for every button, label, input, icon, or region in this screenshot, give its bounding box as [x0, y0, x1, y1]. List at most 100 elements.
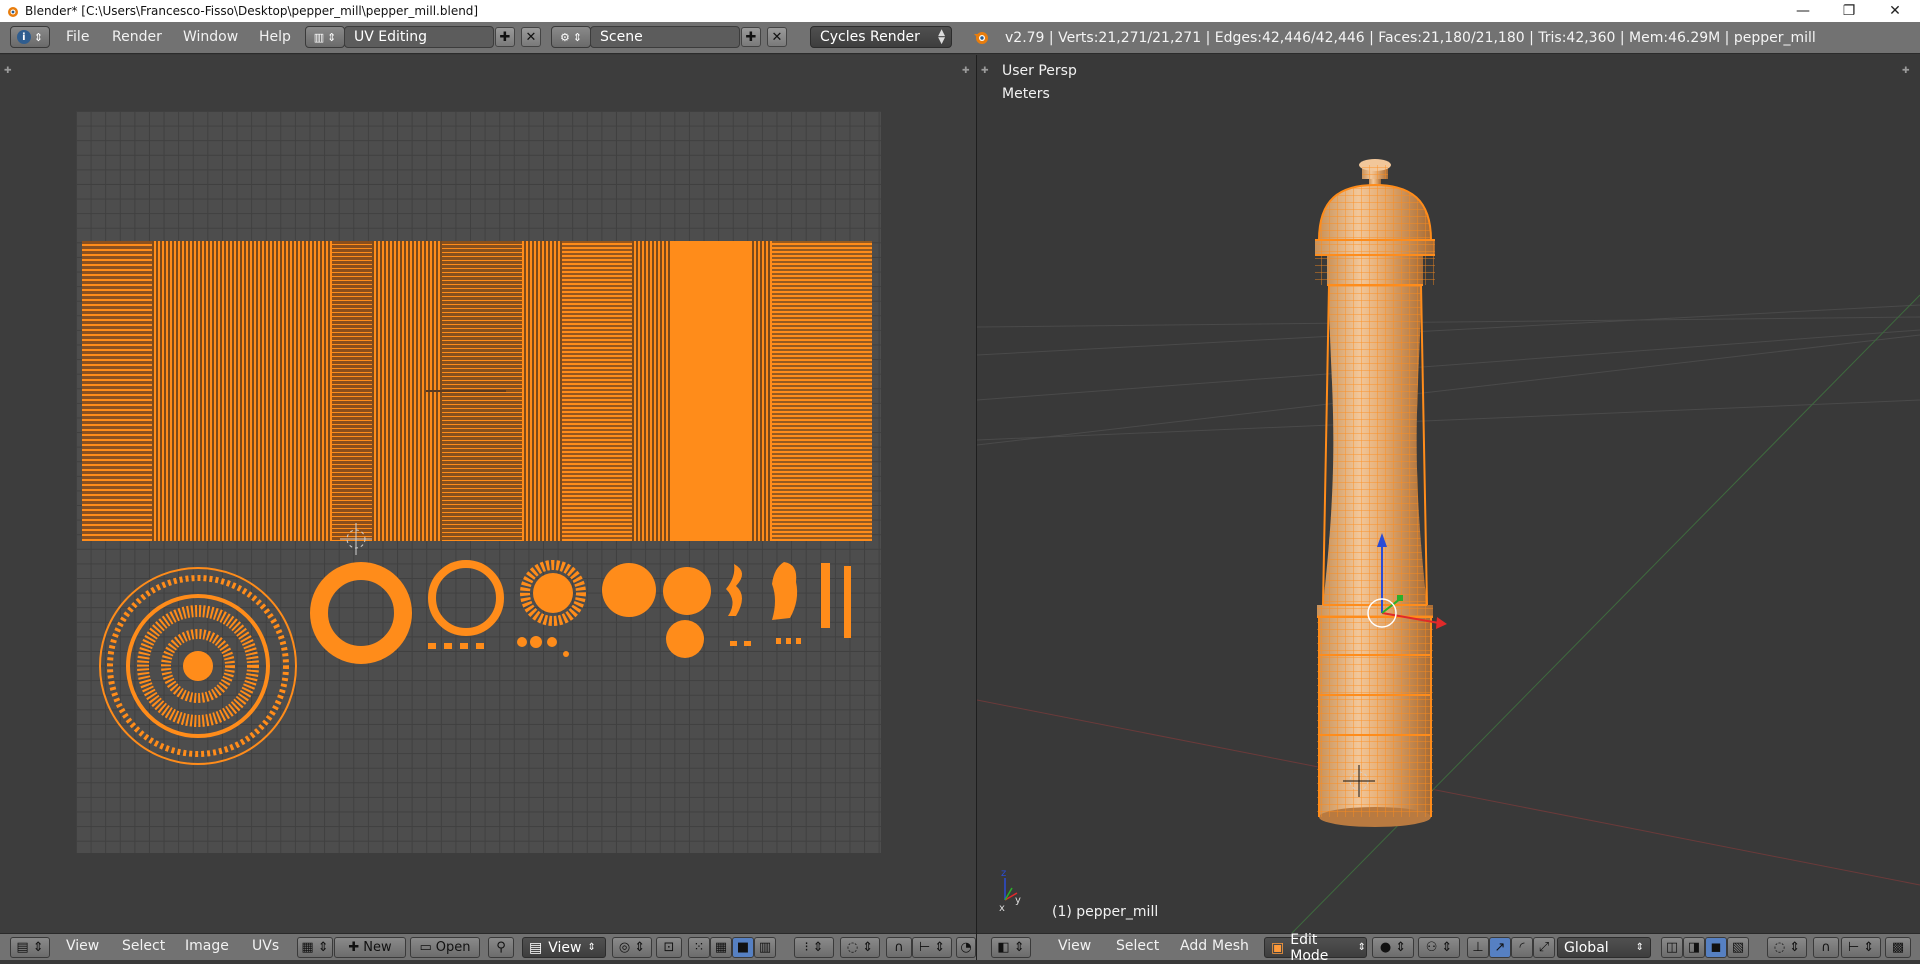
magnet-icon: ∩ — [1821, 940, 1831, 955]
svg-text:x: x — [999, 903, 1005, 914]
arrow-icon: ↗ — [1494, 940, 1506, 955]
proportional-icon: ◌ — [846, 940, 859, 955]
pivot-dropdown[interactable]: ◎ ⇕ — [612, 937, 652, 958]
region-expand-icon[interactable]: ✚ — [962, 66, 970, 76]
pin-button[interactable]: ⚲ — [488, 937, 514, 958]
scale-manipulator-button[interactable]: ⤢ — [1533, 937, 1555, 958]
mode-dropdown[interactable]: ▣ Edit Mode ⇕ — [1264, 932, 1367, 964]
menu-mesh[interactable]: Mesh — [1212, 938, 1249, 954]
menu-file[interactable]: File — [66, 29, 89, 45]
add-screen-button[interactable]: ✚ — [495, 27, 515, 47]
axis-widget: z y x — [999, 868, 1021, 914]
uv-sculpt-button[interactable]: ◔ — [956, 937, 976, 958]
x-icon: ✕ — [771, 29, 783, 45]
editor-type-selector[interactable]: i ⇕ — [10, 26, 50, 48]
chevron-updown-icon: ⇕ — [1357, 942, 1366, 953]
menu-help[interactable]: Help — [259, 29, 291, 45]
vertex-select-button[interactable]: ◫ — [1661, 937, 1683, 958]
window-title: Blender* [C:\Users\Francesco-Fisso\Deskt… — [25, 4, 479, 18]
menu-select[interactable]: Select — [1116, 938, 1159, 954]
render-engine-dropdown[interactable]: Cycles Render ▲ ▼ — [810, 26, 952, 48]
menu-view[interactable]: View — [66, 938, 99, 954]
minimize-button[interactable]: — — [1780, 0, 1826, 22]
menu-view[interactable]: View — [1058, 938, 1091, 954]
chevron-updown-icon: ⇕ — [1635, 942, 1644, 953]
face-icon: ◼ — [1710, 940, 1722, 955]
screen-layout-selector[interactable]: ▥ ⇕ — [305, 26, 345, 48]
proportional-edit-dropdown[interactable]: ◌ ⇕ — [1767, 937, 1807, 958]
chevron-updown-icon: ⇕ — [33, 30, 44, 44]
translate-manipulator-button[interactable]: ↗ — [1489, 937, 1511, 958]
plus-icon: ✚ — [745, 29, 757, 45]
add-scene-button[interactable]: ✚ — [741, 27, 761, 47]
info-header: i ⇕ File Render Window Help ▥ ⇕ UV Editin… — [0, 22, 1920, 54]
3d-viewport-header: ◧ ⇕ View Select Add Mesh ▣ Edit Mode ⇕ ● ⇕ ⚇… — [977, 932, 1920, 964]
snap-toggle[interactable]: ∩ — [1813, 937, 1839, 958]
plus-icon: ✚ — [499, 29, 511, 45]
plus-icon: ✚ — [348, 940, 360, 955]
delete-scene-button[interactable]: ✕ — [767, 27, 787, 47]
limit-selection-button[interactable]: ▧ — [1727, 937, 1749, 958]
proportional-edit-dropdown[interactable]: ◌ ⇕ — [840, 937, 880, 958]
face-select-button[interactable]: ■ — [732, 937, 754, 958]
snap-element-dropdown[interactable]: ⊢ ⇕ — [1841, 937, 1881, 958]
svg-text:z: z — [1001, 868, 1006, 879]
chevron-updown-icon: ⇕ — [587, 942, 596, 953]
rotate-icon: ◜ — [1519, 940, 1525, 955]
chevron-updown-icon: ▲ ▼ — [938, 28, 945, 46]
view-mode-dropdown[interactable]: ▤ View ⇕ — [522, 937, 606, 958]
pivot-dropdown[interactable]: ⚇ ⇕ — [1418, 937, 1460, 958]
cube-icon: ◧ — [997, 940, 1010, 955]
scene-render: z y x — [977, 159, 1920, 933]
new-image-button[interactable]: ✚ New — [334, 937, 406, 958]
menu-add[interactable]: Add — [1180, 938, 1207, 954]
pivot-icon: ⚇ — [1425, 940, 1438, 955]
sticky-select-dropdown[interactable]: ⁝ ⇕ — [794, 937, 834, 958]
snap-icon: ⊢ — [1847, 940, 1860, 955]
chevron-updown-icon: ⇕ — [1013, 940, 1025, 955]
uv-grid-canvas[interactable] — [76, 111, 881, 853]
menu-select[interactable]: Select — [122, 938, 165, 954]
manipulator-toggle[interactable]: ⊥ — [1467, 937, 1489, 958]
active-object-label: (1) pepper_mill — [1052, 904, 1159, 920]
island-select-button[interactable]: ▥ — [754, 937, 776, 958]
screen-layout-field[interactable]: UV Editing — [344, 26, 494, 48]
snap-toggle[interactable]: ∩ — [886, 937, 912, 958]
edge-select-button[interactable]: ▦ — [710, 937, 732, 958]
region-expand-icon[interactable]: ✚ — [4, 66, 12, 76]
edge-select-button[interactable]: ◨ — [1683, 937, 1705, 958]
close-button[interactable]: ✕ — [1872, 0, 1918, 22]
render-preview-button[interactable]: ▩ — [1885, 937, 1911, 958]
viewport-shading-dropdown[interactable]: ● ⇕ — [1372, 937, 1414, 958]
delete-screen-button[interactable]: ✕ — [521, 27, 541, 47]
orientation-label: Global — [1564, 939, 1609, 956]
scene-field[interactable]: Scene — [590, 26, 740, 48]
restore-button[interactable]: ❐ — [1826, 0, 1872, 22]
edge-icon: ▦ — [714, 940, 728, 955]
3d-viewport[interactable]: ✚ ✚ User Persp Meters z y x (1) pepper_m… — [977, 55, 1920, 933]
menu-window[interactable]: Window — [183, 29, 238, 45]
image-browse-button[interactable]: ▦ ⇕ — [297, 937, 333, 958]
menu-uvs[interactable]: UVs — [252, 938, 279, 954]
editor-type-selector[interactable]: ▤ ⇕ — [10, 937, 50, 958]
chevron-updown-icon: ⇕ — [1395, 940, 1407, 955]
sync-icon: ⊡ — [663, 940, 675, 955]
editor-type-selector[interactable]: ◧ ⇕ — [991, 937, 1031, 958]
pin-icon: ⚲ — [496, 940, 506, 955]
face-select-button[interactable]: ◼ — [1705, 937, 1727, 958]
vertex-icon: ◫ — [1665, 940, 1679, 955]
rotate-manipulator-button[interactable]: ◜ — [1511, 937, 1533, 958]
snap-element-dropdown[interactable]: ⊢ ⇕ — [912, 937, 952, 958]
scale-icon: ⤢ — [1538, 940, 1550, 955]
chevron-updown-icon: ⇕ — [862, 940, 874, 955]
uv-image-editor[interactable]: ✚ ✚ — [0, 55, 976, 933]
menu-image[interactable]: Image — [185, 938, 229, 954]
sync-selection-button[interactable]: ⊡ — [656, 937, 682, 958]
scene-selector[interactable]: ⚙ ⇕ — [551, 26, 591, 48]
image-editor-icon: ▤ — [16, 940, 29, 955]
vertex-select-button[interactable]: ⁙ — [688, 937, 710, 958]
transform-orientation-dropdown[interactable]: Global ⇕ — [1557, 937, 1651, 958]
menu-render[interactable]: Render — [112, 29, 162, 45]
view-mode-label: View — [548, 939, 582, 956]
open-image-button[interactable]: ▭ Open — [410, 937, 480, 958]
